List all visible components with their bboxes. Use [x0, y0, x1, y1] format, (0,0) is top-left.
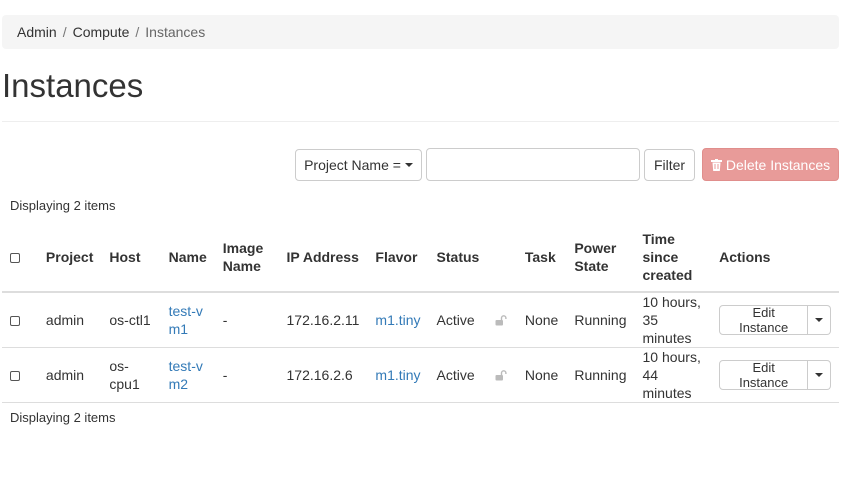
- edit-instance-button[interactable]: Edit Instance: [719, 305, 809, 335]
- column-header-power-state[interactable]: Power State: [566, 222, 635, 293]
- table-row: admin os-ctl1 test-v m1 - 172.16.2.11 m1.…: [2, 292, 839, 348]
- select-all-header: [2, 222, 38, 293]
- flavor-link[interactable]: m1.tiny: [367, 347, 429, 403]
- breadcrumb-item-instances: Instances: [145, 24, 206, 40]
- power-state-cell: Running: [566, 347, 635, 403]
- item-count-bottom: Displaying 2 items: [10, 410, 116, 425]
- more-actions-dropdown[interactable]: [808, 305, 831, 335]
- filter-input[interactable]: [426, 148, 640, 181]
- caret-down-icon: [815, 373, 824, 377]
- instance-name-link[interactable]: test-v m2: [160, 347, 215, 403]
- flavor-link[interactable]: m1.tiny: [367, 292, 429, 348]
- row-checkbox[interactable]: [10, 371, 20, 382]
- breadcrumb-separator: /: [135, 24, 140, 40]
- image-name-cell: -: [214, 347, 279, 403]
- host-cell: os-cpu1: [101, 347, 161, 403]
- delete-instances-label: Delete Instances: [725, 156, 831, 173]
- column-header-lock: [487, 222, 517, 293]
- table-row: admin os-cpu1 test-v m2 - 172.16.2.6 m1.t…: [2, 347, 839, 403]
- project-name-filter-dropdown[interactable]: Project Name =: [295, 149, 422, 181]
- breadcrumb: Admin / Compute / Instances: [2, 15, 839, 49]
- time-since-created-cell: 10 hours, 44 minutes: [634, 347, 712, 403]
- breadcrumb-item-compute[interactable]: Compute: [73, 24, 130, 40]
- breadcrumb-item-admin[interactable]: Admin: [17, 24, 57, 40]
- instances-table: Project Host Name Image Name IP Address F…: [2, 222, 839, 403]
- item-count-top: Displaying 2 items: [10, 198, 116, 213]
- breadcrumb-separator: /: [62, 24, 67, 40]
- edit-instance-button[interactable]: Edit Instance: [719, 360, 809, 390]
- power-state-cell: Running: [566, 292, 635, 348]
- column-header-name[interactable]: Name: [160, 222, 215, 293]
- row-select-cell: [2, 292, 38, 348]
- table-header-row: Project Host Name Image Name IP Address F…: [2, 222, 839, 293]
- unlock-icon: [495, 314, 507, 325]
- task-cell: None: [516, 347, 567, 403]
- lock-cell: [487, 347, 517, 403]
- row-checkbox[interactable]: [10, 316, 20, 327]
- column-header-status[interactable]: Status: [428, 222, 488, 293]
- status-cell: Active: [428, 347, 488, 403]
- actions-cell: Edit Instance: [711, 292, 839, 348]
- more-actions-dropdown[interactable]: [808, 360, 831, 390]
- column-header-ip-address[interactable]: IP Address: [278, 222, 368, 293]
- row-actions: Edit Instance: [719, 360, 831, 390]
- ip-address-cell: 172.16.2.6: [278, 347, 368, 403]
- status-cell: Active: [428, 292, 488, 348]
- unlock-icon: [495, 369, 507, 380]
- time-since-created-cell: 10 hours, 35 minutes: [634, 292, 712, 348]
- column-header-flavor[interactable]: Flavor: [367, 222, 429, 293]
- row-actions: Edit Instance: [719, 305, 831, 335]
- divider: [2, 121, 839, 122]
- host-cell: os-ctl1: [101, 292, 161, 348]
- column-header-host[interactable]: Host: [101, 222, 161, 293]
- project-filter-label: Project Name =: [304, 157, 401, 173]
- lock-cell: [487, 292, 517, 348]
- project-cell: admin: [37, 347, 102, 403]
- image-name-cell: -: [214, 292, 279, 348]
- column-header-image-name[interactable]: Image Name: [214, 222, 279, 293]
- filter-button[interactable]: Filter: [644, 149, 695, 181]
- actions-cell: Edit Instance: [711, 347, 839, 403]
- caret-down-icon: [404, 163, 413, 167]
- select-all-checkbox[interactable]: [10, 252, 20, 263]
- delete-instances-button[interactable]: Delete Instances: [702, 148, 839, 181]
- project-cell: admin: [37, 292, 102, 348]
- column-header-task[interactable]: Task: [516, 222, 567, 293]
- caret-down-icon: [815, 318, 824, 322]
- trash-icon: [710, 158, 722, 171]
- row-select-cell: [2, 347, 38, 403]
- column-header-time-since-created[interactable]: Time since created: [634, 222, 712, 293]
- page-title: Instances: [2, 67, 144, 104]
- ip-address-cell: 172.16.2.11: [278, 292, 368, 348]
- instance-name-link[interactable]: test-v m1: [160, 292, 215, 348]
- column-header-project[interactable]: Project: [37, 222, 102, 293]
- column-header-actions: Actions: [711, 222, 839, 293]
- task-cell: None: [516, 292, 567, 348]
